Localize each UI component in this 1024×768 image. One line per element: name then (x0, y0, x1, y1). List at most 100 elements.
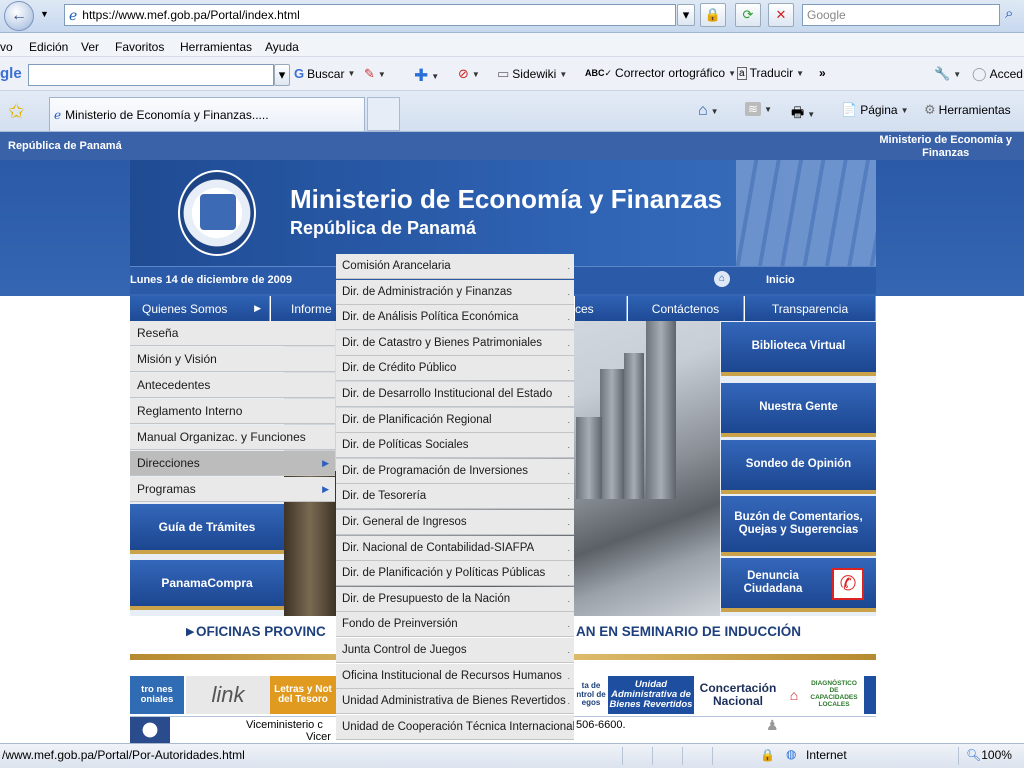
sidewiki-button[interactable]: ▭ Sidewiki ▼ (497, 66, 567, 82)
submenu-item[interactable]: Dir. de Programación de Inversiones. (336, 458, 574, 484)
page-menu[interactable]: 📄 Página ▼ (841, 102, 908, 118)
logo-bienes-revertidos[interactable]: Unidad Administrativa de Bienes Revertid… (608, 676, 694, 714)
nav-informes[interactable]: Informe (271, 296, 337, 321)
submenu-item[interactable]: Dir. de Tesorería. (336, 484, 574, 510)
lock-icon[interactable]: 🔒 (700, 3, 726, 27)
rss-icon: ≋ (745, 102, 762, 116)
home-globe-icon[interactable]: ⌂ (714, 271, 730, 287)
back-button[interactable]: ← (4, 1, 34, 31)
submenu-item[interactable]: Dir. de Administración y Finanzas. (336, 279, 574, 305)
logo-junta-juegos[interactable]: ta de ntrol de egos (576, 676, 606, 714)
spellcheck-button[interactable]: ABC✓ Corrector ortográfico ▼ (585, 66, 736, 80)
site-top-strip: República de Panamá Ministerio de Econom… (0, 132, 1024, 160)
plus-icon: ✚ (414, 66, 429, 85)
submenu-item[interactable]: Dir. de Presupuesto de la Nación. (336, 586, 574, 612)
tab-active[interactable]: ℯ Ministerio de Economía y Finanzas..... (49, 97, 365, 131)
stop-icon[interactable]: ✕ (768, 3, 794, 27)
page-viewport: República de Panamá Ministerio de Econom… (0, 132, 1024, 743)
address-text: https://www.mef.gob.pa/Portal/index.html (82, 8, 300, 22)
footer-phone: 506-6600. (576, 719, 626, 731)
menu-item-direcciones[interactable]: Direcciones ▶ (130, 451, 335, 476)
more-chevron[interactable]: » (819, 66, 826, 80)
submenu-item[interactable]: Comisión Arancelaria. (336, 254, 574, 279)
logo-concertacion[interactable]: Concertación Nacional (696, 676, 780, 714)
google-search-input[interactable] (28, 64, 274, 86)
chevron-right-icon: ▶ (254, 303, 261, 313)
nav-quienes-somos[interactable]: Quienes Somos ▶ (130, 296, 270, 321)
submenu-item[interactable]: Unidad Administrativa de Bienes Revertid… (336, 689, 574, 715)
logo-link[interactable]: link (186, 676, 270, 714)
translate-button[interactable]: a Traducir ▼ (737, 66, 804, 80)
submenu-item[interactable]: Dir. de Catastro y Bienes Patrimoniales. (336, 330, 574, 356)
menu-item-antecedentes[interactable]: Antecedentes (130, 373, 335, 398)
submenu-item[interactable]: Dir. de Crédito Público. (336, 356, 574, 382)
menu-item-reglamento[interactable]: Reglamento Interno (130, 399, 335, 424)
submenu-item[interactable]: Dir. de Planificación y Políticas Públic… (336, 561, 574, 587)
menu-item-manual[interactable]: Manual Organizac. y Funciones (130, 425, 335, 450)
buzon-button[interactable]: Buzón de Comentarios, Quejas y Sugerenci… (721, 496, 876, 556)
submenu-item[interactable]: Oficina Institucional de Recursos Humano… (336, 663, 574, 689)
toolbar-plus[interactable]: ✚ ▼ (414, 66, 439, 86)
menu-edit[interactable]: Edición (29, 40, 68, 54)
menu-item-mision[interactable]: Misión y Visión (130, 347, 335, 372)
status-url: /www.mef.gob.pa/Portal/Por-Autoridades.h… (2, 748, 245, 762)
menu-help[interactable]: Ayuda (265, 40, 299, 54)
search-input[interactable]: Google (802, 4, 1000, 26)
submenu-item[interactable]: Dir. Nacional de Contabilidad-SIAFPA. (336, 535, 574, 561)
submenu-item[interactable]: Dir. de Planificación Regional. (336, 407, 574, 433)
wrench-icon: 🔧 (934, 66, 951, 81)
logo-patrimoniales[interactable]: tro nes oniales (130, 676, 184, 714)
spellcheck-icon: ABC✓ (585, 67, 613, 78)
submenu-item[interactable]: Junta Control de Juegos. (336, 638, 574, 663)
home-button[interactable]: ⌂ ▼ (698, 102, 719, 120)
logo-letras-tesoro[interactable]: Letras y Not del Tesoro (270, 676, 336, 714)
menu-favorites[interactable]: Favoritos (115, 40, 164, 54)
search-icon[interactable]: ⌕ (1005, 5, 1013, 22)
google-dropdown-icon[interactable]: ▾ (274, 64, 290, 86)
popup-blocker[interactable]: ⊘ ▼ (458, 66, 480, 82)
submenu-item[interactable]: Dir. General de Ingresos. (336, 510, 574, 535)
history-dropdown-icon[interactable]: ▼ (40, 9, 49, 19)
settings-wrench[interactable]: 🔧 ▼ (934, 66, 961, 82)
denuncia-ciudadana-button[interactable]: Denuncia Ciudadana ✆ (721, 558, 876, 612)
menu-item-programas[interactable]: Programas ▶ (130, 477, 335, 502)
submenu-item[interactable]: Dir. de Desarrollo Institucional del Est… (336, 382, 574, 407)
nuestra-gente-button[interactable]: Nuestra Gente (721, 383, 876, 437)
submenu-item[interactable]: Fondo de Preinversión. (336, 612, 574, 638)
signin-button[interactable]: ◯ Acced (972, 66, 1023, 82)
submenu-item[interactable]: Dir. de Políticas Sociales. (336, 433, 574, 459)
nav-transparencia[interactable]: Transparencia (745, 296, 876, 321)
nav-servicios[interactable]: ces (575, 296, 627, 321)
bookmark-icon: ✎ (364, 66, 375, 81)
nav-contactenos[interactable]: Contáctenos (628, 296, 744, 321)
guia-tramites-button[interactable]: Guía de Trámites (130, 504, 284, 554)
toolbar-options[interactable]: ✎ ▼ (364, 66, 386, 82)
menu-item-resena[interactable]: Reseña (130, 321, 335, 346)
submenu-item[interactable]: Dir. de Análisis Política Económica. (336, 305, 574, 331)
print-button[interactable]: 🖶 ▼ (791, 102, 815, 126)
panamacompra-button[interactable]: PanamaCompra (130, 560, 284, 610)
submenu-arrow-icon: ▶ (322, 483, 329, 494)
submenu-item[interactable]: Unidad de Cooperación Técnica Internacio… (336, 714, 574, 740)
menu-tools[interactable]: Herramientas (180, 40, 252, 54)
address-field[interactable]: ℯ https://www.mef.gob.pa/Portal/index.ht… (64, 4, 676, 26)
menu-file[interactable]: vo (0, 40, 13, 54)
zoom-control[interactable]: 🔍︎100% (966, 748, 1012, 762)
protected-mode-icon[interactable]: 🔒 (760, 748, 775, 762)
new-tab-button[interactable] (367, 97, 400, 131)
logo-diagnostico[interactable]: DIAGNÓSTICO DE CAPACIDADES LOCALES (806, 676, 862, 714)
tools-menu[interactable]: ⚙ Herramientas (924, 102, 1011, 118)
sondeo-opinion-button[interactable]: Sondeo de Opinión (721, 440, 876, 494)
favorites-star-icon[interactable]: ✩ (8, 99, 25, 124)
refresh-icon[interactable]: ⟳ (735, 3, 761, 27)
menu-view[interactable]: Ver (81, 40, 99, 54)
footer-figure-icon: ♟ (766, 717, 779, 733)
address-dropdown-icon[interactable]: ▾ (677, 4, 695, 26)
translate-icon: a (737, 66, 747, 80)
feeds-button[interactable]: ≋ ▼ (745, 102, 772, 116)
biblioteca-virtual-button[interactable]: Biblioteca Virtual (721, 322, 876, 376)
inicio-link[interactable]: Inicio (766, 274, 795, 286)
footer-viceministerio: Viceministerio c (246, 719, 323, 731)
google-search-button[interactable]: G Buscar ▼ (294, 66, 355, 81)
gear-icon: ⚙ (924, 102, 936, 117)
